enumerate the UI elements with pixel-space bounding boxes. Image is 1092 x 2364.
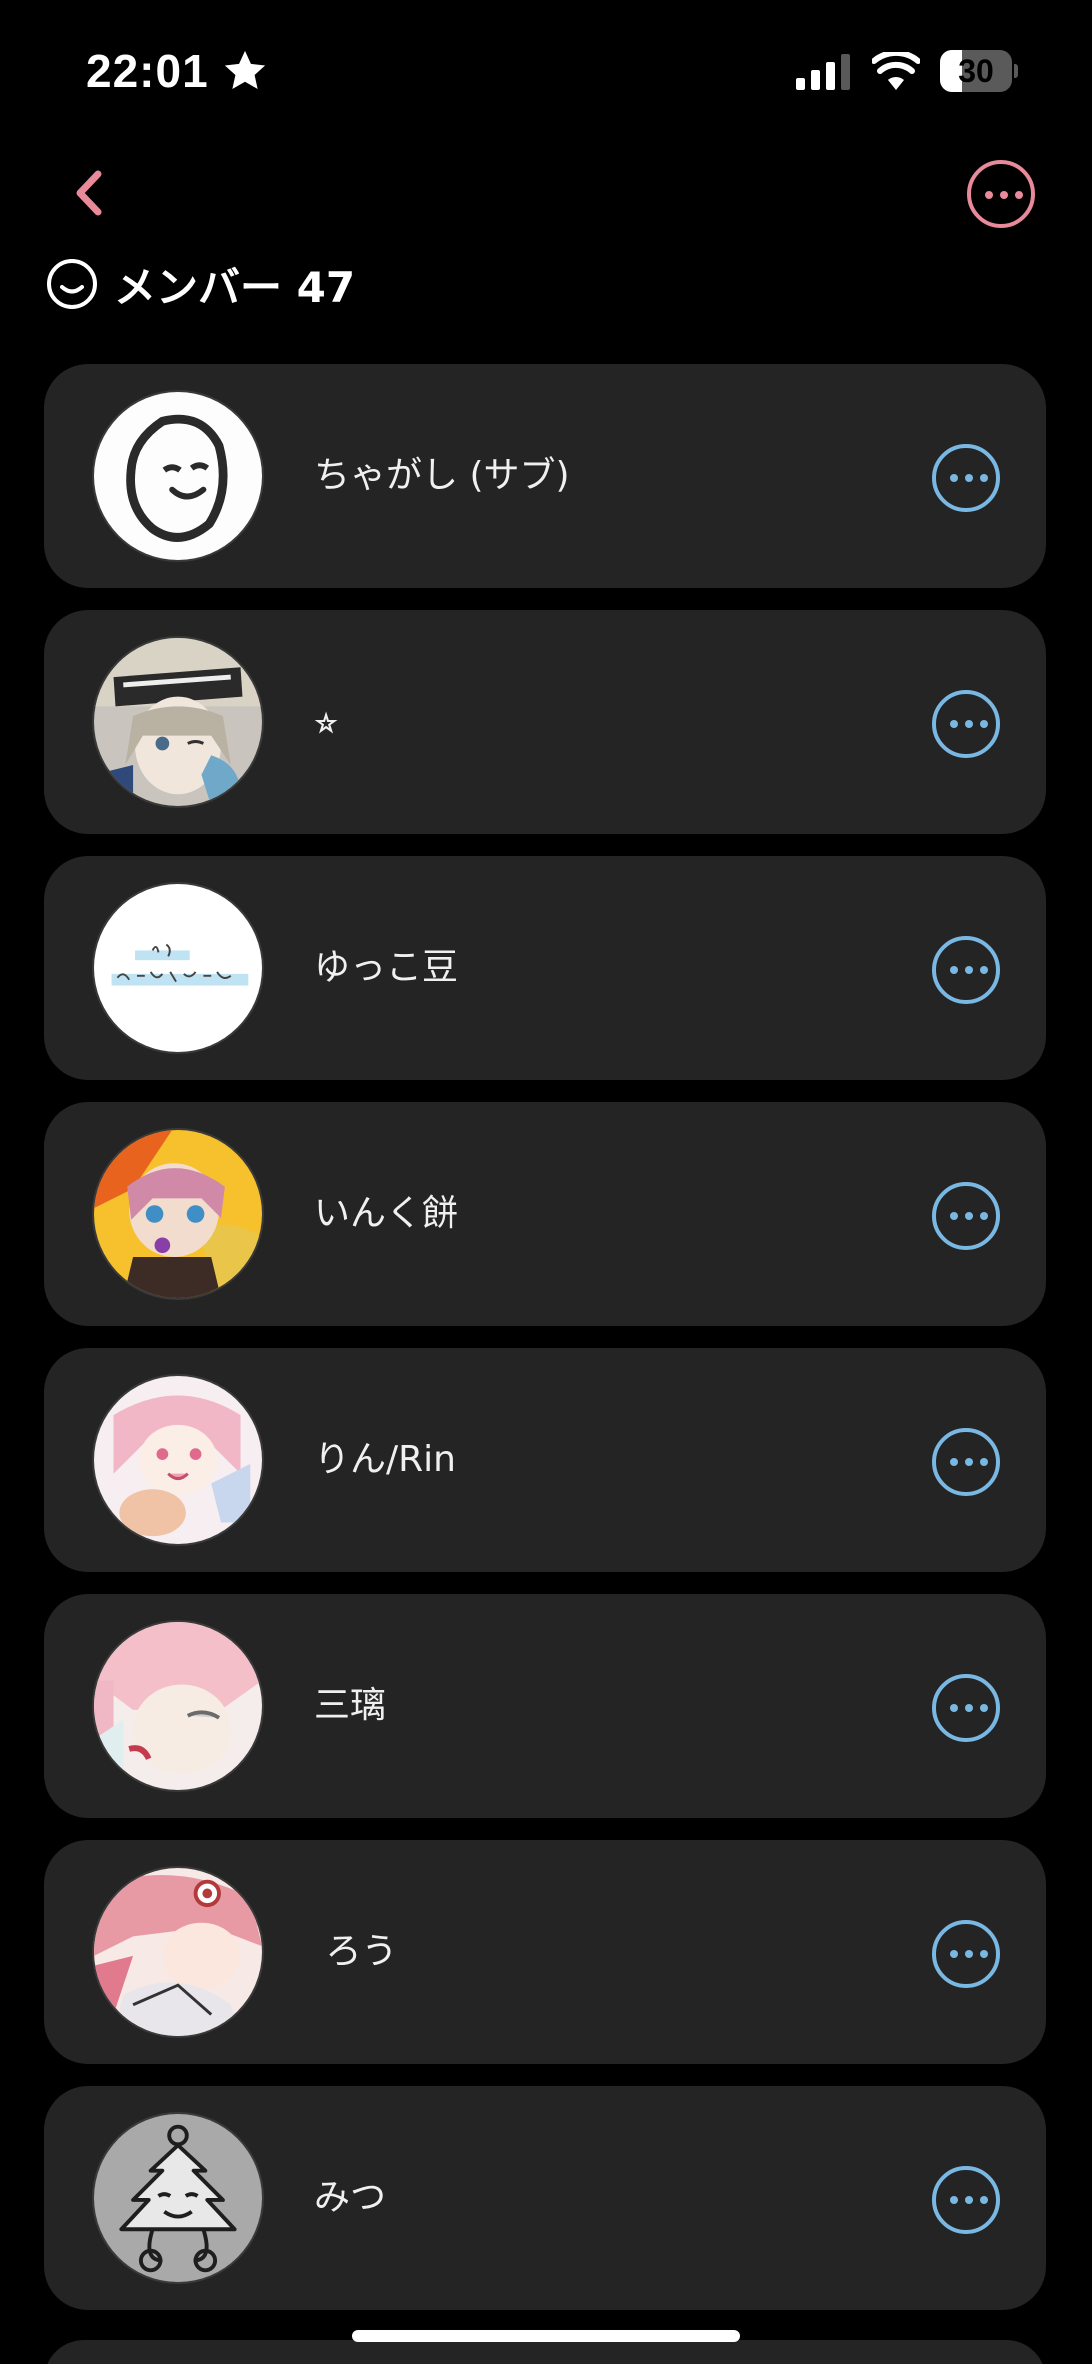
- ellipsis-icon: [985, 191, 1023, 199]
- member-row[interactable]: ゆっこ豆: [44, 856, 1046, 1080]
- smile-icon: [47, 259, 97, 309]
- member-more-button[interactable]: [932, 444, 1000, 512]
- ellipsis-icon: [950, 1212, 988, 1220]
- ellipsis-icon: [950, 2196, 988, 2204]
- member-name: ゆっこ豆: [314, 947, 459, 988]
- member-more-button[interactable]: [932, 1182, 1000, 1250]
- member-more-button[interactable]: [932, 2166, 1000, 2234]
- avatar[interactable]: [92, 882, 264, 1054]
- member-name: いんく餅: [314, 1193, 459, 1234]
- member-row[interactable]: [44, 2340, 1046, 2364]
- page-title: メンバー 47: [114, 262, 356, 312]
- cellular-signal-icon: [796, 54, 850, 90]
- wifi-icon: [872, 52, 920, 90]
- avatar[interactable]: [92, 1620, 264, 1792]
- member-name: ろう: [314, 1931, 398, 1972]
- member-row[interactable]: ちゃがし (サブ): [44, 364, 1046, 588]
- ellipsis-icon: [950, 1704, 988, 1712]
- member-row[interactable]: 三璃: [44, 1594, 1046, 1818]
- home-indicator: [352, 2330, 740, 2342]
- member-more-button[interactable]: [932, 1428, 1000, 1496]
- member-name: ちゃがし (サブ): [314, 455, 570, 496]
- ellipsis-icon: [950, 720, 988, 728]
- star-icon: [224, 50, 266, 90]
- battery-indicator: 30: [940, 50, 1018, 92]
- avatar[interactable]: [92, 1374, 264, 1546]
- status-bar: 22:01 30: [0, 0, 1092, 140]
- ellipsis-icon: [950, 474, 988, 482]
- avatar[interactable]: [92, 390, 264, 562]
- avatar[interactable]: [92, 1866, 264, 2038]
- members-screen: 22:01 30 メンバー 47 ちゃがし (サブ) ⭐︎ ゆっこ豆 いんく餅 …: [0, 0, 1092, 2364]
- more-options-button[interactable]: [967, 160, 1035, 228]
- avatar[interactable]: [92, 636, 264, 808]
- member-more-button[interactable]: [932, 936, 1000, 1004]
- member-row[interactable]: ろう: [44, 1840, 1046, 2064]
- back-button[interactable]: [64, 160, 114, 226]
- member-row[interactable]: いんく餅: [44, 1102, 1046, 1326]
- avatar[interactable]: [92, 1128, 264, 1300]
- member-name: りん/Rin: [314, 1439, 456, 1480]
- member-more-button[interactable]: [932, 690, 1000, 758]
- member-list: ちゃがし (サブ) ⭐︎ ゆっこ豆 いんく餅 りん/Rin 三璃 ろう みつ: [44, 364, 1046, 2332]
- member-name: ⭐︎: [314, 701, 339, 742]
- status-time: 22:01: [86, 45, 209, 97]
- member-name: みつ: [314, 2177, 387, 2218]
- ellipsis-icon: [950, 1458, 988, 1466]
- battery-level: 30: [958, 53, 994, 89]
- member-more-button[interactable]: [932, 1674, 1000, 1742]
- member-name: 三璃: [314, 1685, 387, 1726]
- member-row[interactable]: りん/Rin: [44, 1348, 1046, 1572]
- avatar[interactable]: [92, 2112, 264, 2284]
- member-row[interactable]: ⭐︎: [44, 610, 1046, 834]
- ellipsis-icon: [950, 1950, 988, 1958]
- member-more-button[interactable]: [932, 1920, 1000, 1988]
- member-row[interactable]: みつ: [44, 2086, 1046, 2310]
- members-header: メンバー 47: [46, 256, 355, 312]
- ellipsis-icon: [950, 966, 988, 974]
